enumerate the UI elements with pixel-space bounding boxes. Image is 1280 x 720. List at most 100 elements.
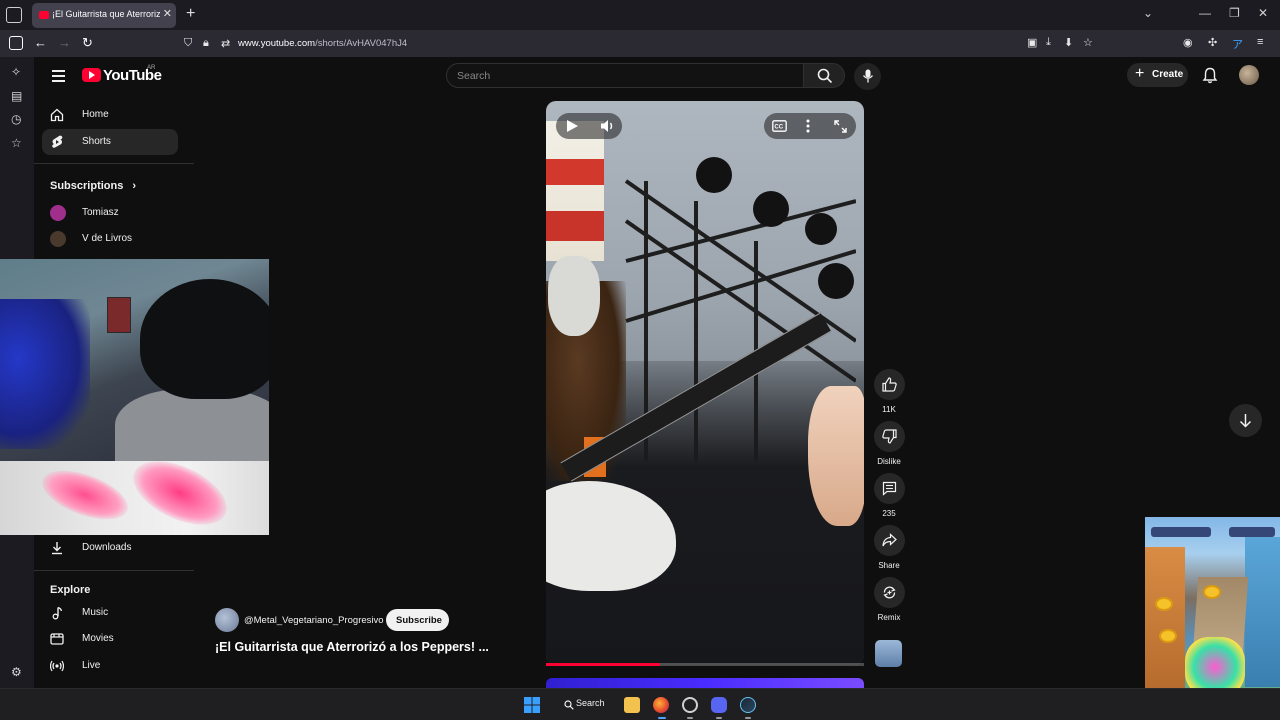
permissions-icon[interactable]: ⇄ [221,37,230,50]
remix-button[interactable] [873,577,905,608]
firefox-icon[interactable] [653,697,669,713]
obs-running-indicator [687,717,693,719]
video-bucket-hat [546,121,604,261]
arrow-down-icon [1239,414,1252,428]
minimize-icon[interactable]: — [1199,6,1211,20]
thumbs-up-icon [881,377,897,392]
hand-cam-object [123,461,237,535]
sidebar-item-home[interactable]: Home [42,102,178,128]
search-input[interactable]: Search [446,63,804,88]
webcam-poster [107,297,131,333]
game-coin [1159,629,1177,643]
share-action[interactable]: Share [873,525,905,570]
sidebar-item-live[interactable]: Live [42,653,178,679]
next-video-button[interactable] [1229,404,1262,437]
maximize-icon[interactable]: ❐ [1229,6,1240,20]
sidebar-item-downloads[interactable]: Downloads [42,535,178,561]
create-label: Create [1152,69,1184,80]
fullscreen-icon[interactable] [834,120,847,133]
steam-icon[interactable] [740,697,756,713]
browser-tab-active[interactable]: ¡El Guitarrista que Aterrorizó a l ✕ [32,3,176,28]
bookmarks-icon[interactable]: ☆ [11,136,22,150]
lock-icon[interactable]: 🔒︎ [203,37,209,50]
file-explorer-icon[interactable] [624,697,640,713]
video-progress-bar[interactable] [546,663,864,666]
shield-icon[interactable]: ⛉ [184,37,192,50]
channel-avatar[interactable] [215,608,239,632]
new-tab-button[interactable]: + [186,5,195,23]
like-action[interactable]: 11K [873,369,905,414]
obs-icon[interactable] [682,697,698,713]
remix-label: Remix [877,613,901,622]
subscribe-label: Subscribe [396,615,442,626]
shorts-video-player[interactable]: CC [546,101,864,665]
notifications-bell-icon[interactable] [1202,67,1218,84]
sidebar-toggle-icon[interactable] [9,36,23,50]
taskbar-search-icon [564,700,574,710]
window-close-icon[interactable]: ✕ [1258,6,1268,20]
share-button[interactable] [873,525,905,556]
play-icon[interactable] [566,119,579,133]
audio-source-thumbnail[interactable] [875,640,902,667]
captions-icon[interactable]: CC [772,120,787,132]
game-building [1145,547,1185,697]
synced-tabs-icon[interactable]: ▤ [11,89,22,103]
channel-handle[interactable]: @Metal_Vegetariano_Progresivo [244,615,384,626]
taskbar-search-label[interactable]: Search [576,698,605,708]
voice-search-button[interactable] [854,63,881,90]
sidebar-item-channel-v-de-livros[interactable]: V de Livros [42,226,178,252]
more-options-icon[interactable] [806,119,810,133]
discord-icon[interactable] [711,697,727,713]
reload-icon[interactable]: ↻ [82,35,93,51]
search-button[interactable] [803,63,845,88]
sidebar-item-shorts[interactable]: Shorts [42,129,178,155]
video-title[interactable]: ¡El Guitarrista que Aterrorizó a los Pep… [215,640,489,654]
youtube-logo-icon[interactable] [82,68,101,82]
menu-icon[interactable]: ≡ [1257,36,1263,48]
comments-action[interactable]: 235 [873,473,905,518]
volume-icon[interactable] [600,119,616,133]
sidebar-item-movies[interactable]: Movies [42,626,178,652]
bookmark-star-icon[interactable]: ☆ [1083,36,1093,49]
back-arrow-icon[interactable]: ← [34,35,47,50]
create-button[interactable]: + Create [1127,63,1188,87]
subscribe-button[interactable]: Subscribe [386,609,449,631]
sidebar-item-channel-tomiasz[interactable]: Tomiasz [42,200,178,226]
windows-start-icon[interactable] [524,697,540,713]
dislike-button[interactable] [873,421,905,452]
ai-chat-icon[interactable]: ✧ [11,65,21,79]
account-avatar[interactable] [1239,65,1259,85]
history-icon[interactable]: ◷ [11,112,21,126]
shorts-icon [52,135,63,148]
guide-menu-icon[interactable] [52,70,65,82]
dislike-label: Dislike [877,457,901,466]
save-page-icon[interactable]: ⤓ [1046,36,1051,49]
tab-overflow-chevron-icon[interactable]: ⌄ [1143,6,1153,20]
picture-in-picture-icon[interactable]: ▣ [1027,36,1037,49]
account-icon[interactable]: ◉ [1183,36,1193,49]
download-icon[interactable]: ⬇ [1064,36,1073,49]
tab-title: ¡El Guitarrista que Aterrorizó a l [52,9,160,19]
screen: { "browser": { "tab_title": "¡El Guitarr… [0,0,1280,720]
forward-arrow-icon[interactable]: → [58,35,71,50]
tab-close-icon[interactable]: ✕ [163,7,172,20]
like-button[interactable] [873,369,905,400]
tab-list-icon[interactable] [6,7,22,23]
extensions-icon[interactable]: ✣ [1208,36,1217,49]
comments-button[interactable] [873,473,905,504]
search-placeholder: Search [457,70,491,82]
translate-extension-icon[interactable]: ア [1232,36,1243,52]
sidebar-item-music[interactable]: Music [42,600,178,626]
settings-gear-icon[interactable]: ⚙ [11,665,22,679]
webcam-light [0,299,90,449]
search-icon [817,68,833,84]
home-icon [50,108,64,122]
webcam-person-head [140,279,269,399]
address-bar[interactable]: ⛉ 🔒︎ ⇄ www.youtube.com/shorts/AvHAV047hJ… [176,33,1102,54]
share-icon [881,533,897,547]
music-note-icon [52,606,63,620]
dislike-action[interactable]: Dislike [873,421,905,466]
remix-icon [882,586,896,599]
subscriptions-heading[interactable]: Subscriptions › [50,180,136,192]
remix-action[interactable]: Remix [873,577,905,622]
